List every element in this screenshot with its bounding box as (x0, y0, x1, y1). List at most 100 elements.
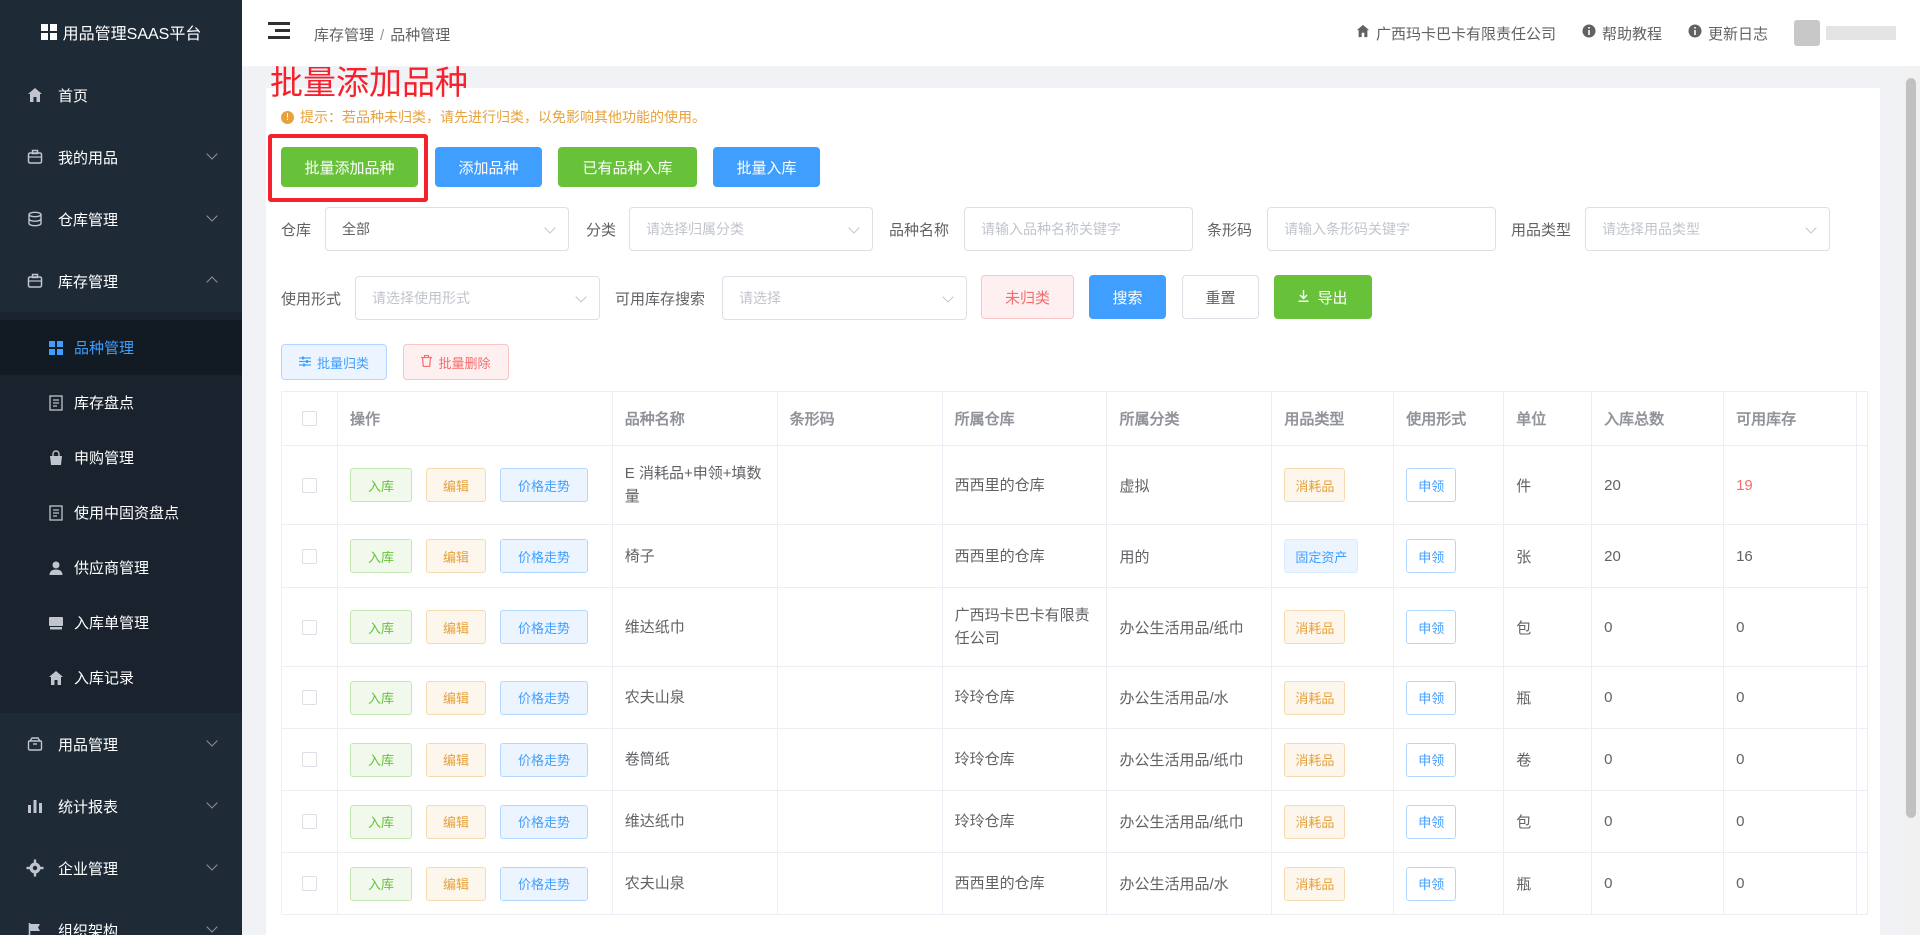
batch-delete-button[interactable]: 批量删除 (403, 344, 509, 380)
column-spacer (1857, 446, 1868, 524)
row-checkbox[interactable] (301, 814, 317, 829)
select-all-checkbox[interactable] (301, 411, 317, 426)
price-trend-button[interactable]: 价格走势 (499, 680, 588, 715)
edit-button[interactable]: 编辑 (425, 742, 486, 777)
menu-toggle-icon[interactable] (268, 22, 290, 40)
user-menu[interactable] (1794, 20, 1896, 46)
category-select[interactable]: 请选择归属分类 (629, 207, 873, 251)
edit-button[interactable]: 编辑 (425, 468, 486, 502)
row-checkbox[interactable] (301, 876, 317, 891)
scrollbar-thumb[interactable] (1906, 78, 1916, 818)
inbound-button[interactable]: 入库 (349, 742, 412, 777)
inbound-button[interactable]: 入库 (349, 680, 412, 715)
page-scrollbar[interactable] (1902, 66, 1920, 935)
category-cell: 办公生活用品/水 (1107, 667, 1273, 728)
sidebar-item-label: 我的用品 (58, 149, 119, 167)
total-cell: 0 (1592, 791, 1725, 852)
sidebar-item-enterprise[interactable]: 企业管理 (0, 837, 242, 899)
price-trend-button[interactable]: 价格走势 (499, 539, 588, 573)
sidebar-item-home[interactable]: 首页 (0, 64, 242, 126)
row-checkbox[interactable] (301, 619, 317, 635)
edit-button[interactable]: 编辑 (425, 539, 486, 573)
sidebar-item-warehouse[interactable]: 仓库管理 (0, 188, 242, 250)
usage-select[interactable]: 请选择使用形式 (355, 276, 600, 320)
sidebar-item-my-supplies[interactable]: 我的用品 (0, 126, 242, 188)
row-checkbox[interactable] (301, 477, 317, 493)
inbound-button[interactable]: 入库 (349, 804, 412, 839)
barcode-input[interactable]: 请输入条形码关键字 (1267, 207, 1496, 251)
warehouse-cell: 西西里的仓库 (943, 853, 1108, 914)
sidebar-item-label: 入库记录 (74, 670, 135, 687)
category-cell: 办公生活用品/水 (1107, 853, 1273, 914)
inbound-button[interactable]: 入库 (349, 468, 412, 502)
row-checkbox[interactable] (301, 690, 317, 705)
existing-variety-inbound-button[interactable]: 已有品种入库 (558, 147, 697, 187)
type-cell: 消耗品 (1272, 791, 1395, 852)
edit-button[interactable]: 编辑 (425, 866, 486, 901)
app-logo[interactable]: 用品管理SAAS平台 (0, 0, 242, 64)
breadcrumb-item: 品种管理 (390, 27, 451, 44)
type-tag: 消耗品 (1284, 742, 1346, 777)
batch-inbound-button[interactable]: 批量入库 (713, 147, 820, 187)
add-variety-button[interactable]: 添加品种 (435, 147, 542, 187)
breadcrumb-item[interactable]: 库存管理 (314, 27, 374, 44)
inbound-button[interactable]: 入库 (349, 539, 412, 573)
sidebar-item-variety[interactable]: 品种管理 (0, 320, 242, 375)
company-switch[interactable]: 广西玛卡巴卡有限责任公司 (1356, 23, 1556, 44)
sidebar-item-supplier[interactable]: 供应商管理 (0, 540, 242, 595)
sidebar-item-inbound-order[interactable]: 入库单管理 (0, 595, 242, 650)
top-header: 库存管理 / 品种管理 广西玛卡巴卡有限责任公司 帮助教程 更新日志 (242, 0, 1920, 66)
export-button[interactable]: 导出 (1274, 275, 1372, 319)
sidebar-item-stocktake[interactable]: 库存盘点 (0, 375, 242, 430)
search-button[interactable]: 搜索 (1089, 275, 1166, 319)
name-input[interactable]: 请输入品种名称关键字 (964, 207, 1193, 251)
warehouse-label: 仓库 (281, 222, 312, 239)
row-checkbox[interactable] (301, 548, 317, 564)
stock-select[interactable]: 请选择 (722, 276, 967, 320)
row-actions: 入库 编辑 价格走势 (338, 588, 613, 666)
sidebar-item-inventory[interactable]: 库存管理 (0, 250, 242, 312)
price-trend-button[interactable]: 价格走势 (499, 742, 588, 777)
price-trend-button[interactable]: 价格走势 (499, 804, 588, 839)
changelog-link[interactable]: 更新日志 (1688, 23, 1768, 44)
stock-placeholder: 请选择 (739, 290, 781, 306)
row-checkbox[interactable] (301, 752, 317, 767)
sidebar-item-reports[interactable]: 统计报表 (0, 775, 242, 837)
variety-name: 农夫山泉 (624, 689, 685, 706)
usage-tag: 申领 (1406, 742, 1457, 777)
help-link[interactable]: 帮助教程 (1582, 23, 1662, 44)
batch-classify-button[interactable]: 批量归类 (281, 344, 387, 380)
sidebar-item-label: 用品管理 (58, 736, 119, 754)
usage-tag: 申领 (1406, 610, 1457, 644)
warehouse-select[interactable]: 全部 (325, 207, 569, 251)
inbound-button[interactable]: 入库 (349, 610, 412, 644)
edit-button[interactable]: 编辑 (425, 680, 486, 715)
inbound-button[interactable]: 入库 (349, 866, 412, 901)
edit-button[interactable]: 编辑 (425, 804, 486, 839)
price-trend-button[interactable]: 价格走势 (499, 866, 588, 901)
sidebar-item-label: 仓库管理 (58, 211, 119, 229)
sidebar-item-org[interactable]: 组织架构 (0, 899, 242, 935)
price-trend-button[interactable]: 价格走势 (499, 610, 588, 644)
reset-button[interactable]: 重置 (1182, 275, 1259, 319)
name-cell: 农夫山泉 (613, 667, 778, 728)
type-select[interactable]: 请选择用品类型 (1585, 207, 1830, 251)
column-spacer (1857, 588, 1868, 666)
unclassified-button[interactable]: 未归类 (981, 275, 1074, 319)
annotation-title: 批量添加品种 (270, 64, 468, 101)
sidebar-item-purchase[interactable]: 申购管理 (0, 430, 242, 485)
sidebar-item-label: 企业管理 (58, 860, 119, 878)
unit-cell: 张 (1504, 525, 1593, 587)
price-trend-button[interactable]: 价格走势 (499, 468, 588, 502)
chevron-down-icon (575, 291, 587, 303)
database-icon (26, 210, 44, 228)
variety-name: 卷筒纸 (624, 751, 670, 768)
sidebar-item-supplies[interactable]: 用品管理 (0, 713, 242, 775)
sidebar-item-asset-check[interactable]: 使用中固资盘点 (0, 485, 242, 540)
column-header: 品种名称 (613, 392, 778, 445)
row-actions: 入库 编辑 价格走势 (338, 525, 613, 587)
edit-button[interactable]: 编辑 (425, 610, 486, 644)
sidebar-item-inbound-record[interactable]: 入库记录 (0, 650, 242, 705)
available-cell: 0 (1724, 791, 1857, 852)
warehouse-cell: 西西里的仓库 (943, 446, 1108, 524)
